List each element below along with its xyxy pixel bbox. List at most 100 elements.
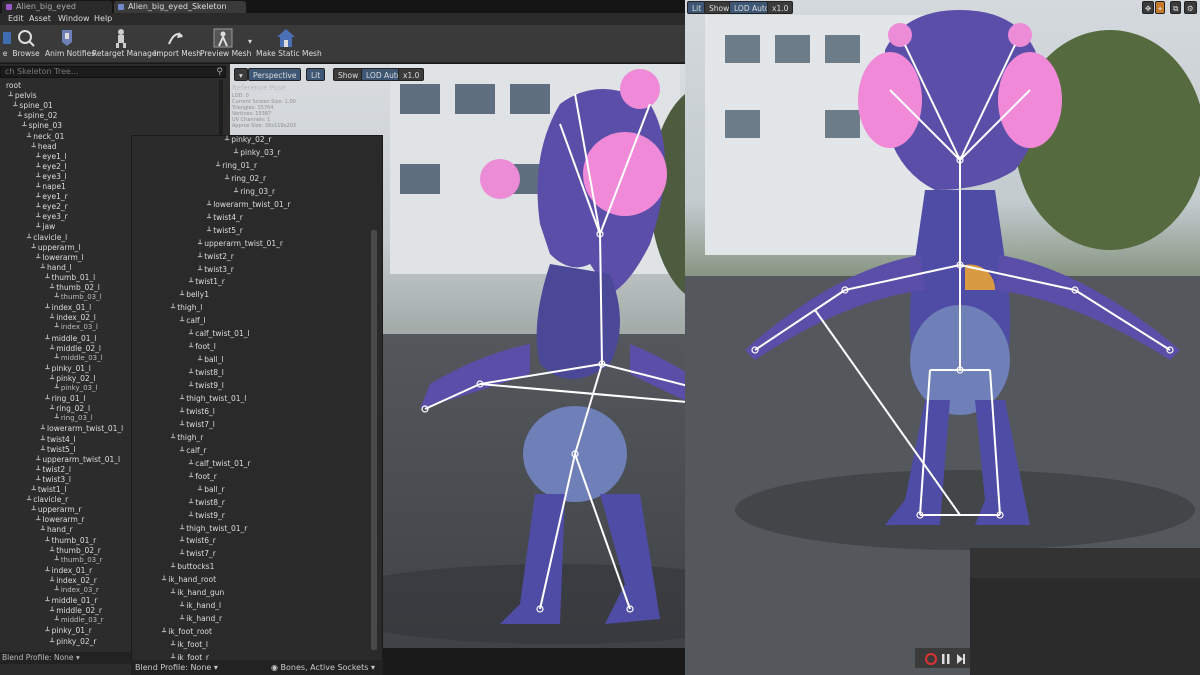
bone-row[interactable]: ┻ lowerarm_twist_01_r (207, 200, 290, 210)
bone-row[interactable]: ┻ index_01_r (45, 566, 92, 576)
pause-icon[interactable] (942, 654, 945, 664)
bone-row[interactable]: ┻ ik_foot_l (171, 640, 208, 650)
bone-row[interactable]: ┻ ik_hand_r (180, 614, 222, 624)
bone-row[interactable]: ┻ twist3_l (36, 475, 71, 485)
bone-row[interactable]: ┻ eye2_l (36, 162, 67, 172)
bone-row[interactable]: ┻ twist6_l (180, 407, 215, 417)
bone-row[interactable]: ┻ twist7_l (180, 420, 215, 430)
blend-profile-selector-float[interactable]: Blend Profile: None ▾ (135, 660, 218, 675)
bone-row[interactable]: ┻ eye3_l (36, 172, 67, 182)
bone-row[interactable]: ┻ middle_03_l (55, 354, 103, 363)
step-forward-icon[interactable] (957, 654, 963, 664)
bone-row[interactable]: ┻ lowerarm_r (36, 515, 84, 525)
browse-button[interactable]: Browse (12, 27, 40, 61)
menu-edit[interactable]: Edit (8, 13, 24, 25)
pause-icon[interactable] (947, 654, 950, 664)
bone-row[interactable]: ┻ ring_02_l (50, 404, 90, 414)
bone-row[interactable]: ┻ thigh_twist_01_r (180, 524, 247, 534)
bone-row[interactable]: ┻ pinky_01_l (45, 364, 90, 374)
bone-row[interactable]: ┻ head (32, 142, 57, 152)
viewport-settings-button[interactable]: ⚙ (1184, 1, 1197, 14)
bone-row[interactable]: ┻ twist7_r (180, 549, 216, 559)
bone-row[interactable]: ┻ twist9_l (189, 381, 224, 391)
bone-row[interactable]: ┻ eye3_r (36, 212, 68, 222)
bone-row[interactable]: root (4, 81, 21, 91)
bone-row[interactable]: ┻ clavicle_l (27, 233, 67, 243)
bone-row[interactable]: ┻ pinky_02_l (50, 374, 95, 384)
import-mesh-button[interactable]: Import Mesh (154, 27, 201, 61)
retarget-manager-button[interactable]: Retarget Manager (92, 27, 160, 61)
bone-row[interactable]: ┻ middle_03_r (55, 616, 104, 625)
bone-row[interactable]: ┻ pelvis (9, 91, 37, 101)
playback-speed-button[interactable]: x1.0 (398, 68, 425, 81)
bone-row[interactable]: ┻ jaw (36, 222, 55, 232)
bone-row[interactable]: ┻ neck_01 (27, 132, 64, 142)
bone-row[interactable]: ┻ index_03_r (55, 586, 99, 595)
bone-row[interactable]: ┻ thigh_r (171, 433, 203, 443)
bone-row[interactable]: ┻ ring_03_r (234, 187, 275, 197)
bone-row[interactable]: ┻ middle_01_r (45, 596, 97, 606)
bone-row[interactable]: ┻ spine_03 (22, 121, 62, 131)
bone-row[interactable]: ┻ eye1_l (36, 152, 67, 162)
record-icon[interactable] (925, 653, 937, 665)
camera-speed-button[interactable]: ⌖ (1155, 1, 1166, 14)
bone-row[interactable]: ┻ pinky_03_l (55, 384, 98, 393)
bone-row[interactable]: ┻ thumb_03_r (55, 556, 103, 565)
preview-mesh-button[interactable]: Preview Mesh (200, 27, 251, 61)
menu-asset[interactable]: Asset (29, 13, 51, 25)
bone-row[interactable]: ┻ thumb_02_l (50, 283, 100, 293)
bone-row[interactable]: ┻ twist8_l (189, 368, 224, 378)
show-button[interactable]: Show (333, 68, 364, 81)
bone-row[interactable]: ┻ lowerarm_twist_01_l (41, 424, 123, 434)
bone-row[interactable]: ┻ thigh_l (171, 303, 202, 313)
bone-row[interactable]: ┻ index_02_l (50, 313, 96, 323)
camera-move-button[interactable]: ✥ (1142, 1, 1155, 14)
bone-row[interactable]: ┻ middle_02_r (50, 606, 102, 616)
bone-row[interactable]: ┻ twist1_r (189, 277, 225, 287)
tab-alien-mesh[interactable]: Alien_big_eyed (2, 1, 112, 13)
perspective-button[interactable]: Perspective (248, 68, 302, 81)
bone-row[interactable]: ┻ nape1 (36, 182, 66, 192)
bone-row[interactable]: ┻ lowerarm_l (36, 253, 83, 263)
bone-row[interactable]: ┻ thumb_01_l (45, 273, 95, 283)
bone-row[interactable]: ┻ ik_hand_gun (171, 588, 224, 598)
lit-button[interactable]: Lit (306, 68, 326, 81)
bone-row[interactable]: ┻ spine_01 (13, 101, 53, 111)
bone-row[interactable]: ┻ twist4_l (41, 435, 76, 445)
bone-row[interactable]: ┻ calf_r (180, 446, 207, 456)
bone-row[interactable]: ┻ twist9_r (189, 511, 225, 521)
anim-notifies-button[interactable]: Anim Notifies (45, 27, 95, 61)
bone-row[interactable]: ┻ thumb_03_l (55, 293, 102, 302)
bone-row[interactable]: ┻ upperarm_twist_01_l (36, 455, 120, 465)
bone-row[interactable]: ┻ foot_l (189, 342, 216, 352)
bone-row[interactable]: ┻ twist5_l (41, 445, 76, 455)
bone-row[interactable]: ┻ thigh_twist_01_l (180, 394, 246, 404)
bone-row[interactable]: ┻ twist2_l (36, 465, 71, 475)
step-forward-bar-icon[interactable] (963, 654, 965, 664)
bone-row[interactable]: ┻ twist3_r (198, 265, 234, 275)
bone-row[interactable]: ┻ middle_02_l (50, 344, 101, 354)
bone-row[interactable]: ┻ spine_02 (18, 111, 58, 121)
bone-row[interactable]: ┻ eye1_r (36, 192, 68, 202)
bone-display-options[interactable]: ◉ Bones, Active Sockets ▾ (271, 660, 375, 675)
bone-list-scrollbar[interactable] (371, 230, 377, 650)
menu-help[interactable]: Help (94, 13, 112, 25)
bone-row[interactable]: ┻ upperarm_r (32, 505, 82, 515)
bone-row[interactable]: ┻ calf_l (180, 316, 206, 326)
bone-row[interactable]: ┻ ik_hand_l (180, 601, 221, 611)
bone-row[interactable]: ┻ ball_l (198, 355, 224, 365)
bone-row[interactable]: ┻ ring_01_r (216, 161, 257, 171)
bone-row[interactable]: ┻ twist4_r (207, 213, 243, 223)
bone-row[interactable]: ┻ index_03_l (55, 323, 98, 332)
menu-window[interactable]: Window (58, 13, 90, 25)
bone-row[interactable]: ┻ ik_foot_root (162, 627, 212, 637)
bone-row[interactable]: ┻ index_01_l (45, 303, 91, 313)
viewport-options-button[interactable]: ▾ (234, 68, 248, 81)
tab-alien-skeleton[interactable]: Alien_big_eyed_Skeleton (114, 1, 246, 13)
bone-row[interactable]: ┻ hand_l (41, 263, 72, 273)
bone-row[interactable]: ┻ hand_r (41, 525, 73, 535)
bone-row[interactable]: ┻ twist8_r (189, 498, 225, 508)
bone-row[interactable]: ┻ calf_twist_01_l (189, 329, 250, 339)
bone-row[interactable]: ┻ upperarm_l (32, 243, 81, 253)
bone-row[interactable]: ┻ ik_hand_root (162, 575, 216, 585)
